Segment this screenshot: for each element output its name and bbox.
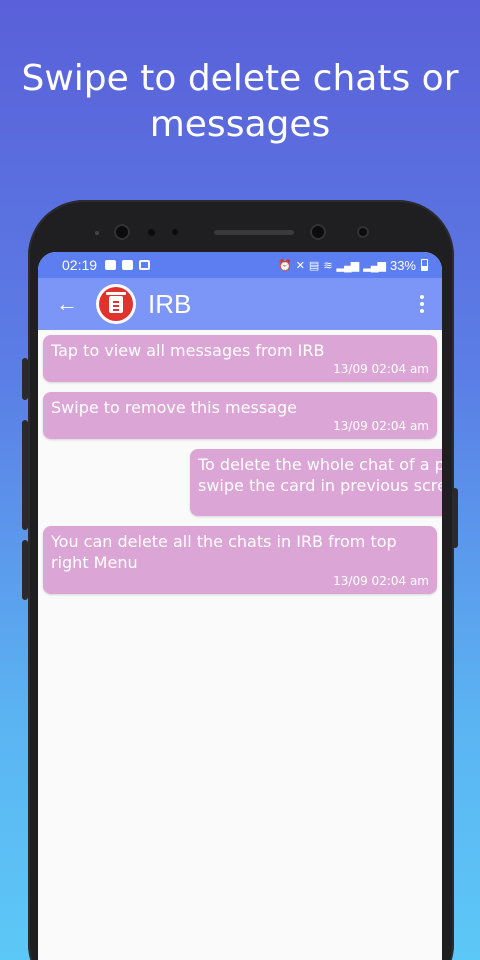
front-camera — [310, 224, 326, 240]
avatar[interactable] — [96, 284, 136, 324]
sensor-dot — [148, 229, 155, 236]
volte-icon: ▤ — [308, 259, 319, 272]
trash-icon — [106, 291, 126, 313]
wifi-icon: ≋ — [323, 259, 332, 272]
sensor-dot — [357, 226, 369, 238]
app-bar: ← IRB — [38, 278, 442, 330]
message-text: Tap to view all messages from IRB — [51, 341, 325, 360]
message-bubble[interactable]: Tap to view all messages from IRB 13/09 … — [43, 335, 437, 382]
phone-side-button — [452, 488, 458, 548]
arrow-left-icon[interactable]: ← — [56, 291, 80, 317]
phone-side-button — [22, 420, 28, 530]
sensor-dot — [95, 231, 99, 235]
battery-icon — [421, 259, 428, 271]
message-bubble[interactable]: You can delete all the chats in IRB from… — [43, 526, 437, 594]
message-text: To delete the whole chat of a pe — [198, 455, 442, 474]
avatar-badge — [99, 287, 133, 321]
message-text: Swipe to remove this message — [51, 398, 297, 417]
mute-icon: ✕ — [295, 259, 305, 272]
phone-screen: 02:19 ⏰ ✕ ▤ ≋ ▂▄▆ ▂▄▆ 33% ← IRB Tap to v… — [38, 252, 442, 960]
message-text: swipe the card in previous scree — [198, 476, 442, 495]
status-right-group: ⏰ ✕ ▤ ≋ ▂▄▆ ▂▄▆ 33% — [278, 258, 428, 273]
promo-headline: Swipe to delete chats or messages — [21, 58, 459, 145]
notification-icon — [122, 260, 134, 270]
earpiece-speaker — [214, 230, 294, 235]
phone-side-button — [22, 358, 28, 400]
front-camera — [114, 224, 130, 240]
message-bubble[interactable]: Swipe to remove this message 13/09 02:04… — [43, 392, 437, 439]
phone-side-button — [22, 540, 28, 600]
status-time: 02:19 — [62, 257, 98, 273]
alarm-icon: ⏰ — [277, 259, 292, 272]
message-time: 13/09 02:04 am — [333, 574, 429, 588]
notification-icon — [105, 260, 117, 270]
sensor-dot — [172, 229, 178, 235]
more-vertical-icon[interactable] — [416, 291, 428, 317]
message-list: Tap to view all messages from IRB 13/09 … — [38, 330, 442, 934]
chat-title: IRB — [148, 288, 192, 319]
message-text: You can delete all the chats in IRB from… — [51, 532, 397, 572]
message-time: 13/09 02:04 am — [333, 419, 429, 433]
status-bar: 02:19 ⏰ ✕ ▤ ≋ ▂▄▆ ▂▄▆ 33% — [38, 252, 442, 278]
signal-icon: ▂▄▆ — [336, 259, 360, 272]
battery-percent: 33% — [389, 257, 416, 273]
message-bubble-swiped[interactable]: To delete the whole chat of a pe swipe t… — [190, 449, 442, 516]
message-time: 13/09 02:04 am — [333, 362, 429, 376]
screen-icon — [139, 260, 151, 270]
signal-icon: ▂▄▆ — [363, 259, 386, 272]
